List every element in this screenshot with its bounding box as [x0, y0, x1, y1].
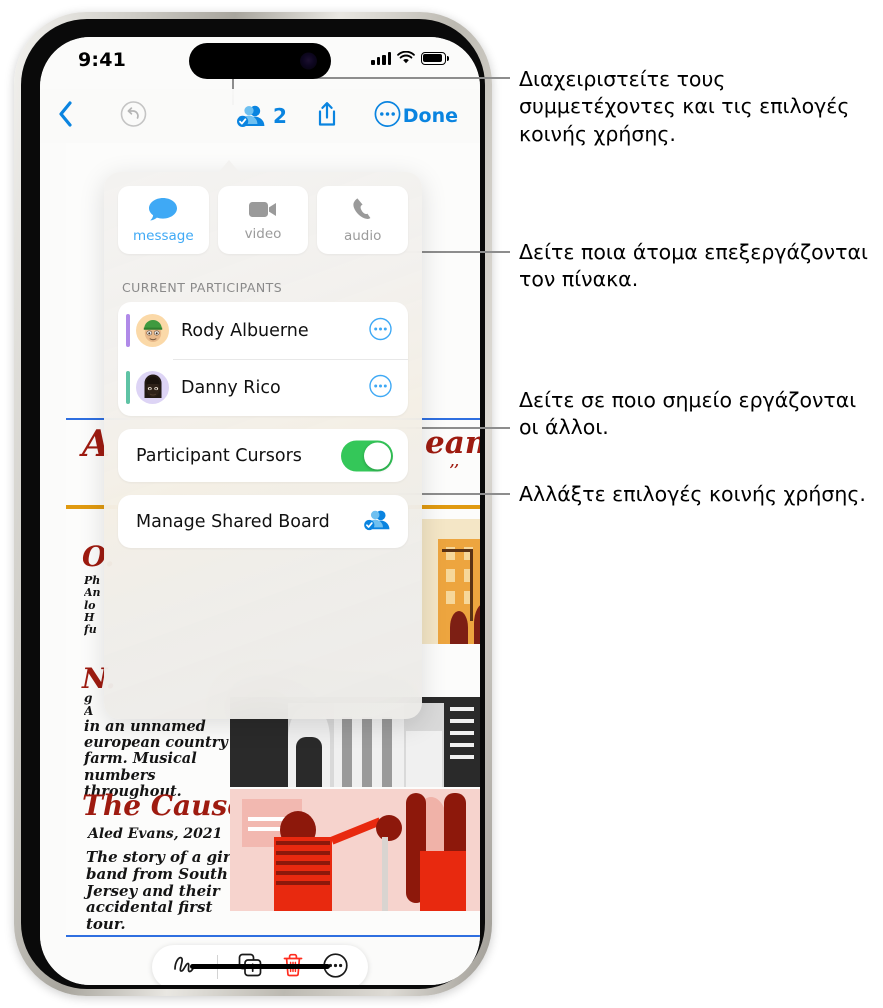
segment-video-label: video [244, 226, 282, 242]
more-circle-icon [369, 374, 392, 397]
annotation-participants: Διαχειριστείτε τους συμμετέχοντες και τι… [519, 67, 850, 146]
current-participants-header: CURRENT PARTICIPANTS [122, 280, 283, 295]
phone-screen: A eam O. N. PhAnloHfu gA ,, in an unname… [40, 37, 480, 985]
more-circle-icon [374, 101, 401, 127]
communication-segment-group: message video audio [104, 172, 422, 254]
signal-bars-icon [371, 51, 391, 65]
board-note-synopsis-1: in an unnamed european country farm. Mus… [84, 718, 228, 800]
participant-accent-bar [126, 371, 130, 404]
annotation-manage: Αλλάξτε επιλογές κοινής χρήσης. [519, 482, 866, 506]
board-note-fragment-1: Ph An lo Hfu [84, 575, 101, 637]
participant-row[interactable]: Danny Rico [118, 359, 408, 416]
dynamic-island [189, 43, 331, 79]
share-popover: message video audio CURRENT PARTICIPANTS… [104, 172, 422, 719]
more-options-button[interactable] [374, 101, 401, 132]
share-icon [318, 102, 336, 126]
annotation-cursors: Δείτε σε ποιο σημείο εργάζονται οι άλλοι… [519, 388, 857, 440]
wifi-icon [397, 51, 415, 64]
status-time: 9:41 [78, 49, 127, 71]
home-indicator [190, 964, 330, 969]
segment-audio[interactable]: audio [317, 186, 409, 254]
undo-icon [120, 101, 147, 127]
participant-cursors-label: Participant Cursors [136, 445, 302, 466]
memoji-danny-icon [144, 374, 161, 398]
participants-check-icon [364, 510, 390, 530]
chevron-left-icon [59, 101, 72, 127]
battery-icon [421, 51, 449, 65]
popover-tail [218, 160, 240, 173]
board-note-fragment-2: gA [84, 692, 94, 719]
participant-accent-bar [126, 314, 130, 347]
participants-button[interactable]: 2 [236, 103, 287, 129]
board-bottom-rule [66, 935, 480, 937]
participants-count: 2 [273, 104, 287, 128]
participant-name: Rody Albuerne [181, 320, 309, 341]
nav-bar: 2 Done [40, 89, 480, 143]
board-note-synopsis-2: The story of a girl band from South Jers… [86, 848, 237, 934]
manage-shared-board-row[interactable]: Manage Shared Board [118, 495, 408, 548]
undo-button[interactable] [120, 101, 147, 132]
participant-cursors-toggle[interactable] [341, 440, 393, 471]
participant-name: Danny Rico [181, 377, 281, 398]
done-button[interactable]: Done [403, 105, 458, 127]
annotation-current-participants: Δείτε ποια άτομα επεξεργάζονται τον πίνα… [519, 240, 868, 292]
participants-check-icon [237, 105, 265, 127]
board-photo-band[interactable] [230, 789, 480, 911]
segment-video[interactable]: video [217, 186, 309, 254]
avatar [136, 314, 169, 347]
phone-bezel: A eam O. N. PhAnloHfu gA ,, in an unname… [21, 19, 485, 989]
more-circle-icon [369, 317, 392, 340]
phone-handset-icon [353, 198, 371, 219]
participant-row[interactable]: Rody Albuerne [118, 302, 408, 359]
back-button[interactable] [58, 101, 73, 131]
memoji-rody-icon [143, 320, 162, 342]
avatar [136, 371, 169, 404]
status-bar: 9:41 [40, 37, 480, 89]
manage-shared-board-card: Manage Shared Board [118, 495, 408, 548]
participant-cursors-row[interactable]: Participant Cursors [118, 429, 408, 482]
video-camera-icon [249, 202, 276, 217]
participants-card: Rody Albuerne Danny Rico [118, 302, 408, 416]
board-note-credit: Aled Evans, 2021 [88, 826, 223, 842]
front-camera-icon [300, 52, 317, 70]
segment-message-label: message [133, 228, 194, 244]
segment-audio-label: audio [343, 228, 382, 244]
phone-frame: A eam O. N. PhAnloHfu gA ,, in an unname… [14, 12, 492, 996]
share-button[interactable] [316, 101, 338, 132]
status-indicators [371, 51, 449, 65]
message-bubble-icon [149, 198, 178, 221]
participant-cursors-card: Participant Cursors [118, 429, 408, 482]
board-photo-city[interactable] [420, 519, 480, 644]
participant-more-button[interactable] [369, 374, 392, 401]
segment-message[interactable]: message [118, 186, 209, 254]
screenshot-root: A eam O. N. PhAnloHfu gA ,, in an unname… [0, 0, 883, 1008]
manage-shared-board-button[interactable] [363, 508, 392, 536]
participant-more-button[interactable] [369, 317, 392, 344]
manage-shared-board-label: Manage Shared Board [136, 511, 330, 532]
board-note-fragment-3: ,, [450, 455, 460, 470]
